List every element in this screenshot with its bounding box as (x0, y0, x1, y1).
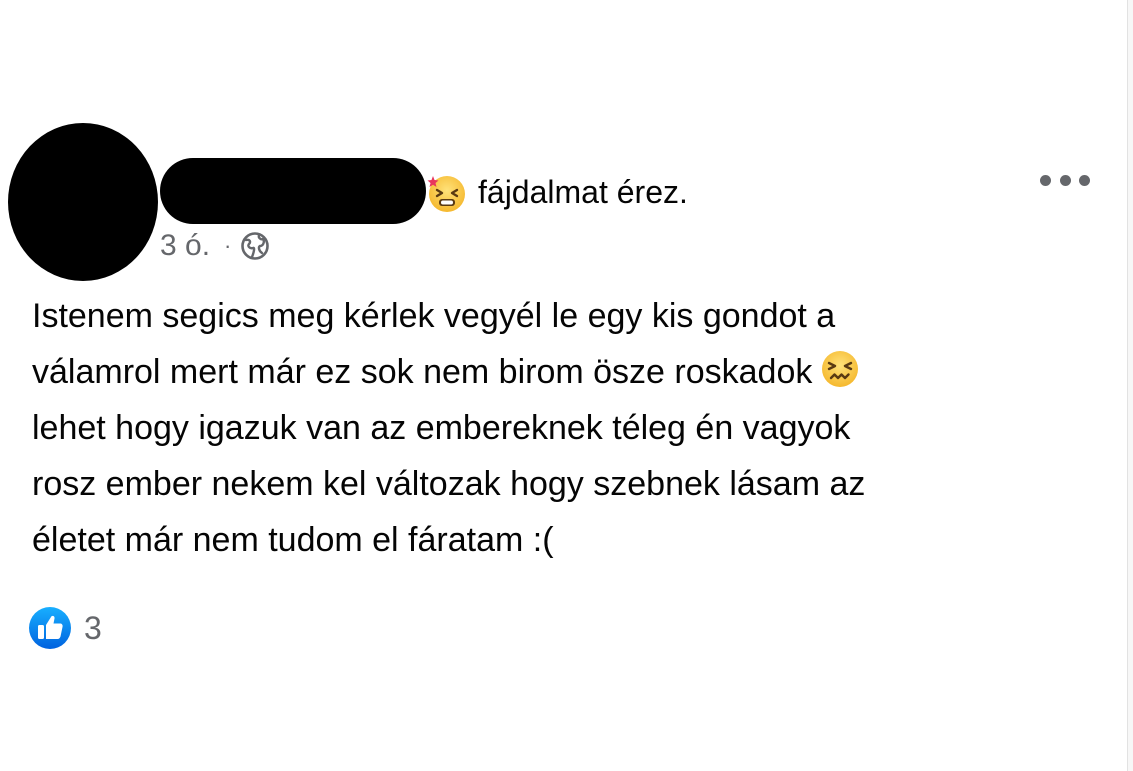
post-text-line: válamrol mert már ez sok nem birom ösze … (32, 344, 1092, 400)
post-text-line: Istenem segics meg kérlek vegyél le egy … (32, 297, 836, 335)
post-text: Istenem segics meg kérlek vegyél le egy … (32, 288, 1092, 568)
post-text-line: életet már nem tudom el fáratam :( (32, 521, 554, 559)
post-text-line-content: válamrol mert már ez sok nem birom ösze … (32, 353, 813, 391)
post-timestamp[interactable]: 3 ó. (160, 229, 210, 263)
reaction-count: 3 (84, 609, 102, 646)
more-dot (1040, 174, 1051, 186)
more-options-icon[interactable] (1040, 170, 1090, 190)
like-icon (29, 607, 71, 649)
reactions-summary[interactable]: 3 (28, 606, 102, 650)
globe-icon[interactable] (239, 230, 271, 262)
pained-face-icon (427, 176, 465, 212)
avatar[interactable] (8, 123, 158, 281)
window-edge (1127, 0, 1133, 771)
feeling-text: fájdalmat érez. (478, 174, 688, 210)
more-dot (1079, 174, 1090, 186)
author-name-redaction[interactable] (160, 158, 426, 224)
meta-separator: · (224, 233, 232, 258)
more-dot (1059, 174, 1071, 186)
post-meta: 3 ó. · (160, 226, 271, 266)
post-text-line: rosz ember nekem kel változak hogy szebn… (32, 465, 866, 503)
post-text-line: lehet hogy igazuk van az embereknek téle… (32, 409, 851, 447)
confounded-face-icon (822, 351, 859, 387)
